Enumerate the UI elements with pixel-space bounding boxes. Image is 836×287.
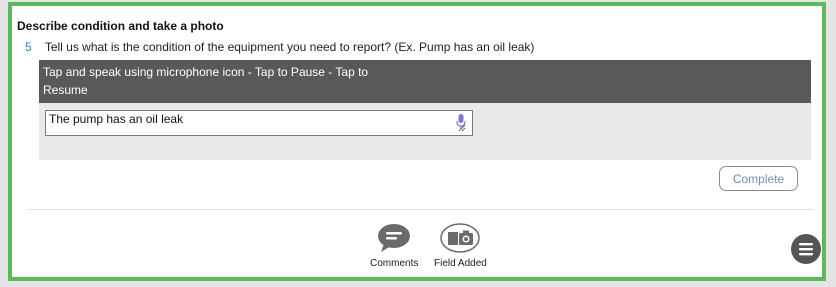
comments-label: Comments bbox=[370, 258, 419, 269]
dictation-instruction: Tap and speak using microphone icon - Ta… bbox=[43, 65, 369, 97]
camera-icon bbox=[440, 223, 481, 253]
comments-button[interactable]: Comments bbox=[370, 223, 418, 269]
form-card: Describe condition and take a photo 5 Te… bbox=[8, 2, 826, 281]
panel-header: Tap and speak using microphone icon - Ta… bbox=[39, 60, 811, 103]
section-title: Describe condition and take a photo bbox=[17, 19, 224, 33]
hamburger-menu-icon bbox=[799, 243, 813, 256]
dictation-panel: Tap and speak using microphone icon - Ta… bbox=[39, 60, 811, 160]
field-added-button[interactable]: Field Added bbox=[434, 223, 487, 269]
condition-input-box: The pump has an oil leak bbox=[45, 110, 473, 136]
condition-input[interactable]: The pump has an oil leak bbox=[46, 111, 452, 135]
field-added-label: Field Added bbox=[434, 258, 487, 269]
menu-button[interactable] bbox=[791, 234, 821, 264]
divider bbox=[27, 209, 814, 210]
question-number: 5 bbox=[25, 40, 32, 54]
speech-bubble-icon bbox=[378, 224, 411, 252]
question-row: 5 Tell us what is the condition of the e… bbox=[25, 40, 534, 54]
question-text: Tell us what is the condition of the equ… bbox=[44, 40, 535, 54]
microphone-icon[interactable] bbox=[456, 114, 466, 132]
complete-button[interactable]: Complete bbox=[719, 166, 798, 191]
